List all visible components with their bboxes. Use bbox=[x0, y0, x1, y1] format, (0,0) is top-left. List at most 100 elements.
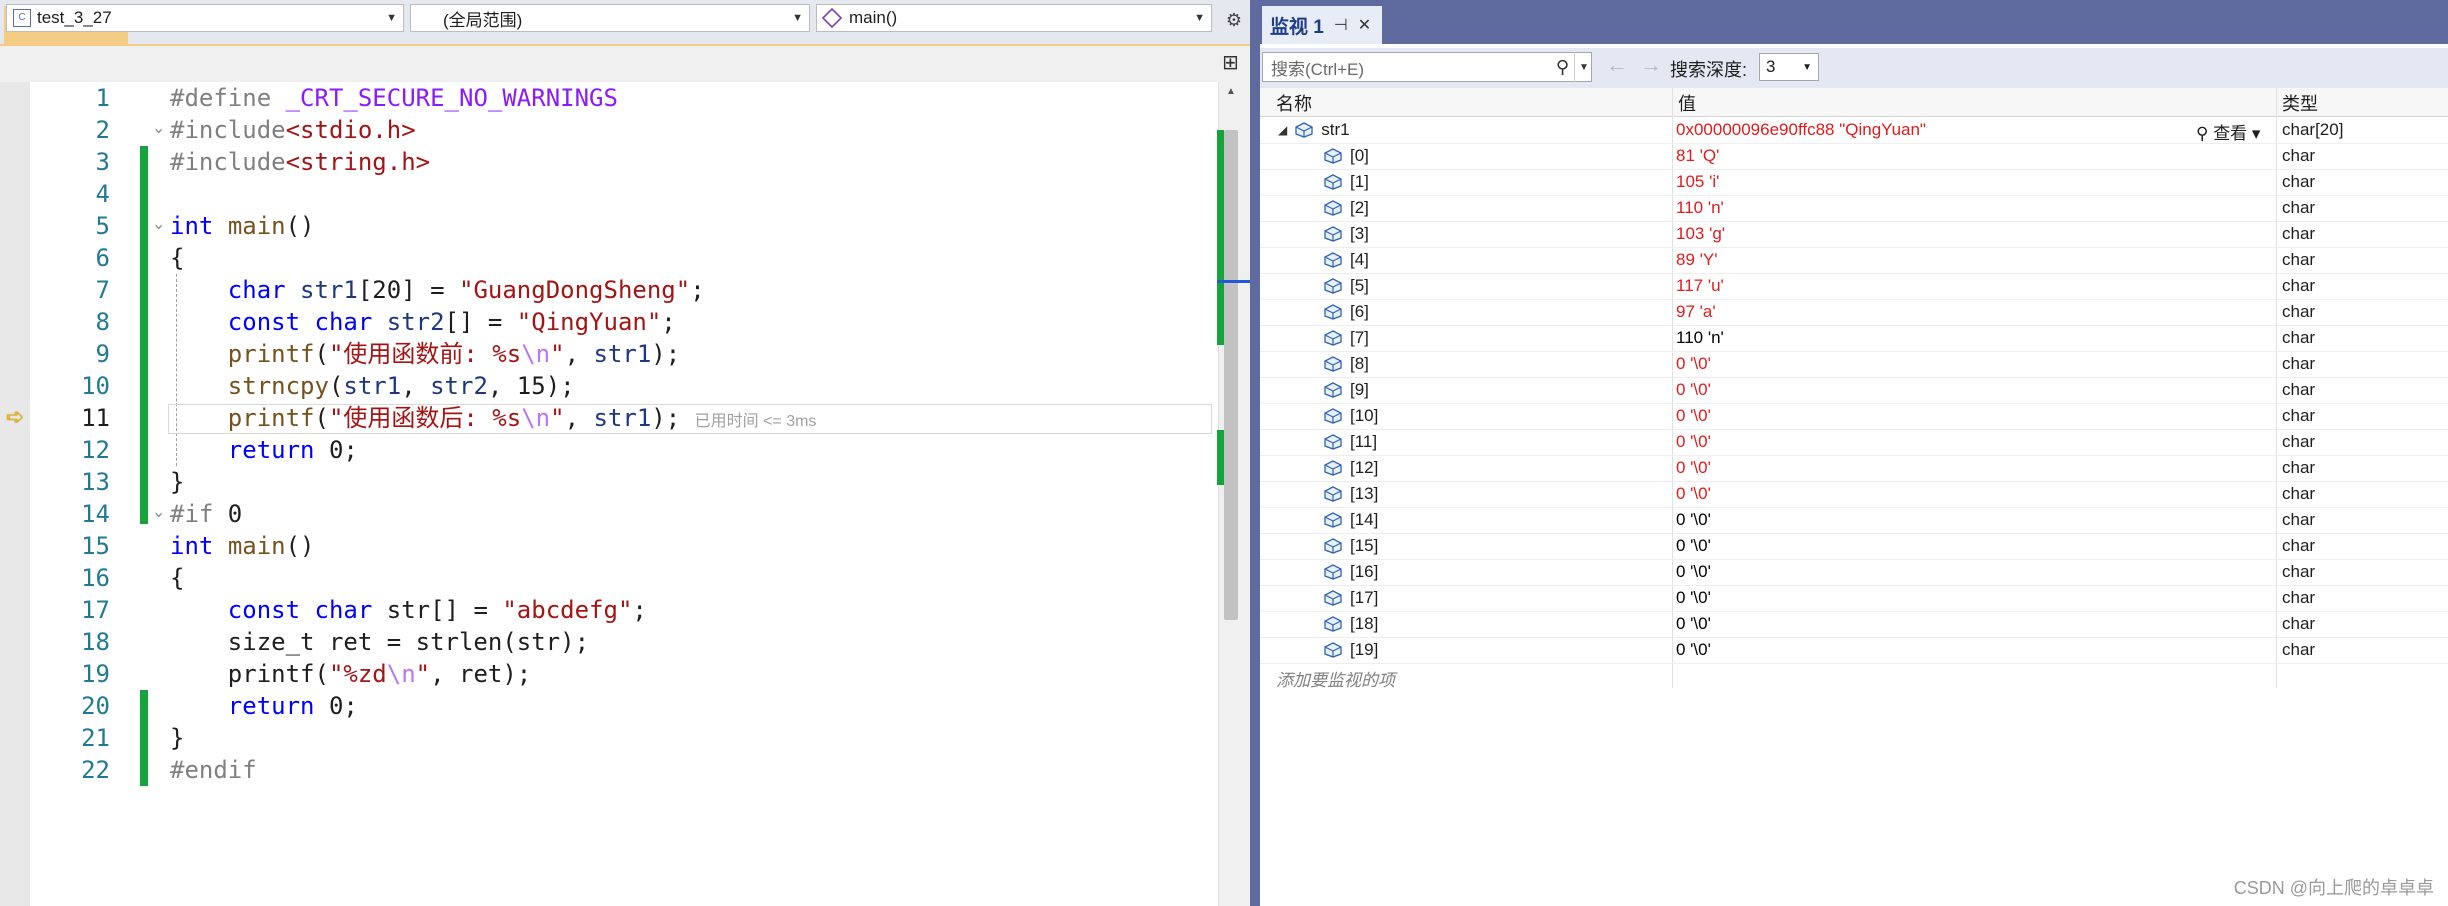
project-dropdown[interactable]: C test_3_27 ▼ bbox=[6, 4, 404, 32]
code-line-19: printf("%zd\n", ret); bbox=[170, 660, 532, 688]
watch-type: char bbox=[2282, 198, 2316, 217]
watch-value[interactable]: 110 'n' bbox=[1676, 198, 1724, 218]
watch-row[interactable]: [5] 117 'u' char bbox=[1260, 274, 2448, 300]
watch-row[interactable]: [12] 0 '\0' char bbox=[1260, 456, 2448, 482]
variable-cube-icon bbox=[1324, 642, 1342, 658]
watch-value[interactable]: 0 '\0' bbox=[1676, 640, 1711, 660]
watch-row[interactable]: [16] 0 '\0' char bbox=[1260, 560, 2448, 586]
watch-row-root[interactable]: ◢ str1 0x00000096e90ffc88 "QingYuan" ⚲ 查看 ▾… bbox=[1260, 118, 2448, 144]
watch-row[interactable]: [10] 0 '\0' char bbox=[1260, 404, 2448, 430]
back-arrow-icon[interactable]: ← bbox=[1606, 52, 1628, 78]
watch-row[interactable]: [7] 110 'n' char bbox=[1260, 326, 2448, 352]
current-statement-arrow-icon: ➪ bbox=[6, 404, 25, 429]
add-watch-item[interactable]: 添加要监视的项 bbox=[1276, 666, 1395, 691]
line-number-current: 11 bbox=[81, 404, 110, 432]
variable-cube-icon bbox=[1324, 278, 1342, 294]
watch-value[interactable]: 0 '\0' bbox=[1676, 354, 1711, 374]
watch-row[interactable]: [17] 0 '\0' char bbox=[1260, 586, 2448, 612]
watch-value[interactable]: 97 'a' bbox=[1676, 302, 1716, 322]
line-number: 19 bbox=[81, 660, 110, 688]
watch-name-cell: ◢ str1 bbox=[1278, 120, 1350, 140]
fold-collapse-icon[interactable]: ⌄ bbox=[152, 214, 165, 233]
column-header-type[interactable]: 类型 bbox=[2282, 90, 2318, 116]
watch-value[interactable]: 0 '\0' bbox=[1676, 380, 1711, 400]
watch-value[interactable]: 0 '\0' bbox=[1676, 536, 1711, 556]
watch-row[interactable]: [9] 0 '\0' char bbox=[1260, 378, 2448, 404]
watch-value[interactable]: 0 '\0' bbox=[1676, 406, 1711, 426]
watch-value[interactable]: 89 'Y' bbox=[1676, 250, 1717, 270]
collapse-triangle-icon[interactable]: ◢ bbox=[1278, 123, 1287, 137]
watch-search-input[interactable]: 搜索(Ctrl+E) ⚲ bbox=[1262, 52, 1592, 82]
watch-type: char bbox=[2282, 172, 2316, 191]
scrollbar-thumb[interactable] bbox=[1224, 130, 1238, 620]
watch-value[interactable]: 0 '\0' bbox=[1676, 432, 1711, 452]
scope-dropdown[interactable]: (全局范围) ▼ bbox=[410, 4, 810, 32]
fold-collapse-icon[interactable]: ⌄ bbox=[152, 118, 165, 137]
scroll-up-icon[interactable]: ▲ bbox=[1226, 86, 1236, 97]
tab-watch-1[interactable]: 监视 1 ⊣ ✕ bbox=[1262, 6, 1382, 44]
code-line-5: int main() bbox=[170, 212, 315, 240]
watch-value[interactable]: 0x00000096e90ffc88 "QingYuan" bbox=[1676, 120, 1926, 140]
fold-collapse-icon[interactable]: ⌄ bbox=[152, 502, 165, 521]
column-header-name[interactable]: 名称 bbox=[1276, 90, 1312, 116]
column-header-value[interactable]: 值 bbox=[1678, 90, 1696, 116]
pin-icon[interactable]: ⊣ bbox=[1334, 15, 1348, 35]
watch-value[interactable]: 117 'u' bbox=[1676, 276, 1724, 296]
variable-cube-icon bbox=[1324, 434, 1342, 450]
watch-row[interactable]: [18] 0 '\0' char bbox=[1260, 612, 2448, 638]
watch-row[interactable]: [15] 0 '\0' char bbox=[1260, 534, 2448, 560]
watch-name-cell: [17] bbox=[1324, 588, 1378, 608]
watch-name: [14] bbox=[1350, 510, 1379, 529]
code-line-9: printf("使用函数前: %s\n", str1); bbox=[227, 340, 681, 368]
watch-value[interactable]: 0 '\0' bbox=[1676, 588, 1711, 608]
search-depth-select[interactable]: 3 ▼ bbox=[1759, 53, 1819, 81]
watch-type: char bbox=[2282, 588, 2316, 607]
code-line-11: printf("使用函数后: %s\n", str1); 已用时间 <= 3ms bbox=[227, 404, 817, 432]
watch-value[interactable]: 0 '\0' bbox=[1676, 484, 1711, 504]
member-dropdown[interactable]: main() ▼ bbox=[816, 4, 1212, 32]
watch-row[interactable]: [8] 0 '\0' char bbox=[1260, 352, 2448, 378]
function-cube-icon bbox=[821, 7, 843, 29]
watch-row[interactable]: [19] 0 '\0' char bbox=[1260, 638, 2448, 664]
watch-value[interactable]: 103 'g' bbox=[1676, 224, 1725, 244]
close-icon[interactable]: ✕ bbox=[1358, 15, 1371, 35]
variable-cube-icon bbox=[1324, 616, 1342, 632]
watch-value[interactable]: 0 '\0' bbox=[1676, 458, 1711, 478]
watch-name: [15] bbox=[1350, 536, 1379, 555]
line-number: 20 bbox=[81, 692, 110, 720]
gear-icon[interactable]: ⚙ bbox=[1226, 10, 1242, 31]
line-number: 13 bbox=[81, 468, 110, 496]
watch-row[interactable]: [13] 0 '\0' char bbox=[1260, 482, 2448, 508]
pane-splitter[interactable] bbox=[1250, 0, 1260, 906]
watch-name-cell: [6] bbox=[1324, 302, 1369, 322]
search-icon[interactable]: ⚲ bbox=[1556, 57, 1569, 78]
watch-row[interactable]: [6] 97 'a' char bbox=[1260, 300, 2448, 326]
watch-row[interactable]: [14] 0 '\0' char bbox=[1260, 508, 2448, 534]
watch-value[interactable]: 0 '\0' bbox=[1676, 510, 1711, 530]
variable-cube-icon bbox=[1324, 408, 1342, 424]
watch-type: char bbox=[2282, 276, 2316, 295]
watch-value[interactable]: 0 '\0' bbox=[1676, 562, 1711, 582]
watch-name: str1 bbox=[1321, 120, 1350, 139]
watch-row[interactable]: [1] 105 'i' char bbox=[1260, 170, 2448, 196]
watch-name-cell: [2] bbox=[1324, 198, 1369, 218]
watch-name-cell: [11] bbox=[1324, 432, 1377, 452]
watch-row[interactable]: [11] 0 '\0' char bbox=[1260, 430, 2448, 456]
watch-name: [0] bbox=[1350, 146, 1369, 165]
watch-value[interactable]: 105 'i' bbox=[1676, 172, 1719, 192]
variable-cube-icon bbox=[1324, 590, 1342, 606]
watch-row[interactable]: [2] 110 'n' char bbox=[1260, 196, 2448, 222]
search-options-dropdown[interactable]: ▼ bbox=[1574, 52, 1593, 82]
split-icon[interactable]: ⊞ bbox=[1222, 50, 1239, 75]
chevron-down-icon: ▼ bbox=[1802, 61, 1812, 73]
watch-value[interactable]: 110 'n' bbox=[1676, 328, 1724, 348]
watch-row[interactable]: [4] 89 'Y' char bbox=[1260, 248, 2448, 274]
watch-row[interactable]: [0] 81 'Q' char bbox=[1260, 144, 2448, 170]
watch-value[interactable]: 81 'Q' bbox=[1676, 146, 1719, 166]
forward-arrow-icon[interactable]: → bbox=[1640, 52, 1662, 78]
watch-type: char bbox=[2282, 224, 2316, 243]
visualizer-view-button[interactable]: ⚲ 查看 ▾ bbox=[2196, 119, 2260, 144]
watch-row[interactable]: [3] 103 'g' char bbox=[1260, 222, 2448, 248]
watch-name: [6] bbox=[1350, 302, 1369, 321]
watch-value[interactable]: 0 '\0' bbox=[1676, 614, 1711, 634]
